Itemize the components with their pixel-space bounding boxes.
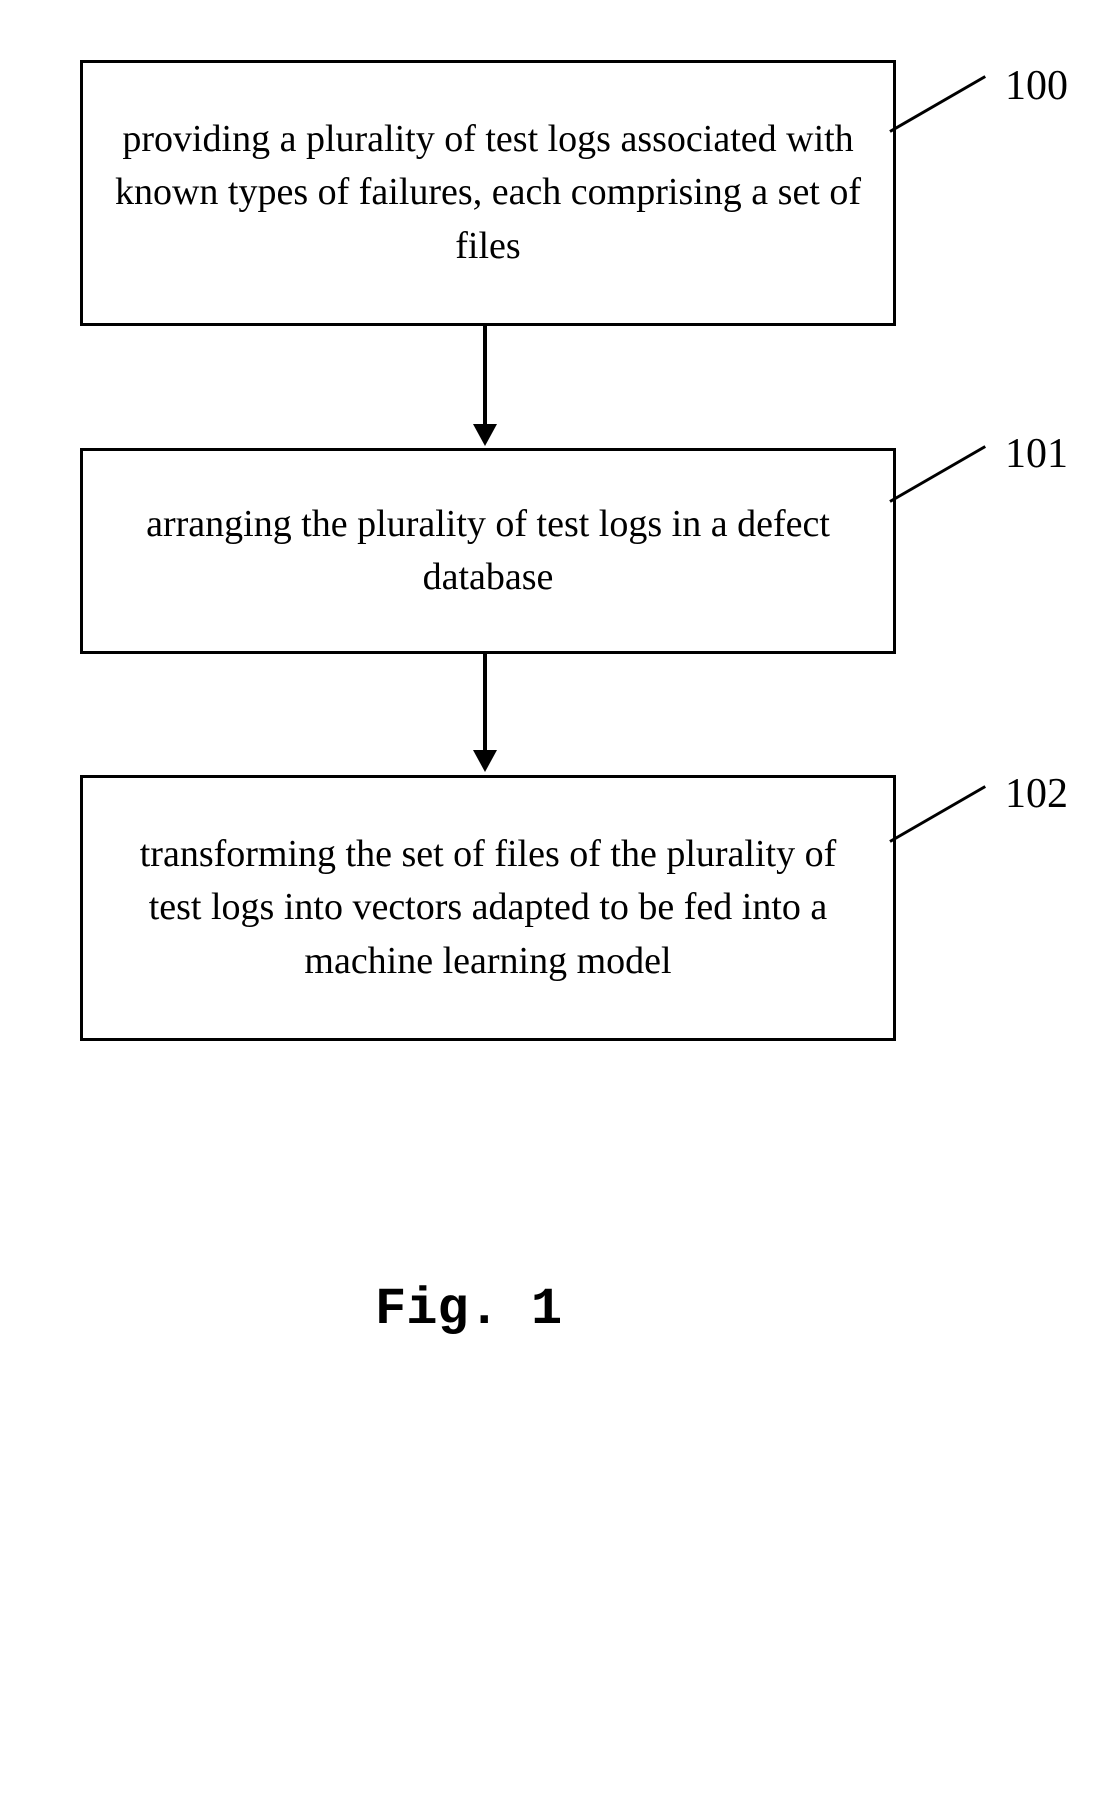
step-box-2: arranging the plurality of test logs in … <box>80 448 896 654</box>
step-text-2: arranging the plurality of test logs in … <box>83 488 893 614</box>
arrow-1 <box>483 326 487 426</box>
step-box-1: providing a plurality of test logs assoc… <box>80 60 896 326</box>
step-box-3: transforming the set of files of the plu… <box>80 775 896 1041</box>
arrow-2 <box>483 652 487 752</box>
step-label-2: 101 <box>1005 430 1068 478</box>
connector-3 <box>889 785 986 843</box>
connector-2 <box>889 445 986 503</box>
step-label-1: 100 <box>1005 62 1068 110</box>
step-text-1: providing a plurality of test logs assoc… <box>83 103 893 283</box>
figure-caption: Fig. 1 <box>375 1280 562 1339</box>
connector-1 <box>889 75 986 133</box>
step-label-3: 102 <box>1005 770 1068 818</box>
arrow-head-1 <box>473 424 497 446</box>
arrow-head-2 <box>473 750 497 772</box>
step-text-3: transforming the set of files of the plu… <box>83 818 893 998</box>
